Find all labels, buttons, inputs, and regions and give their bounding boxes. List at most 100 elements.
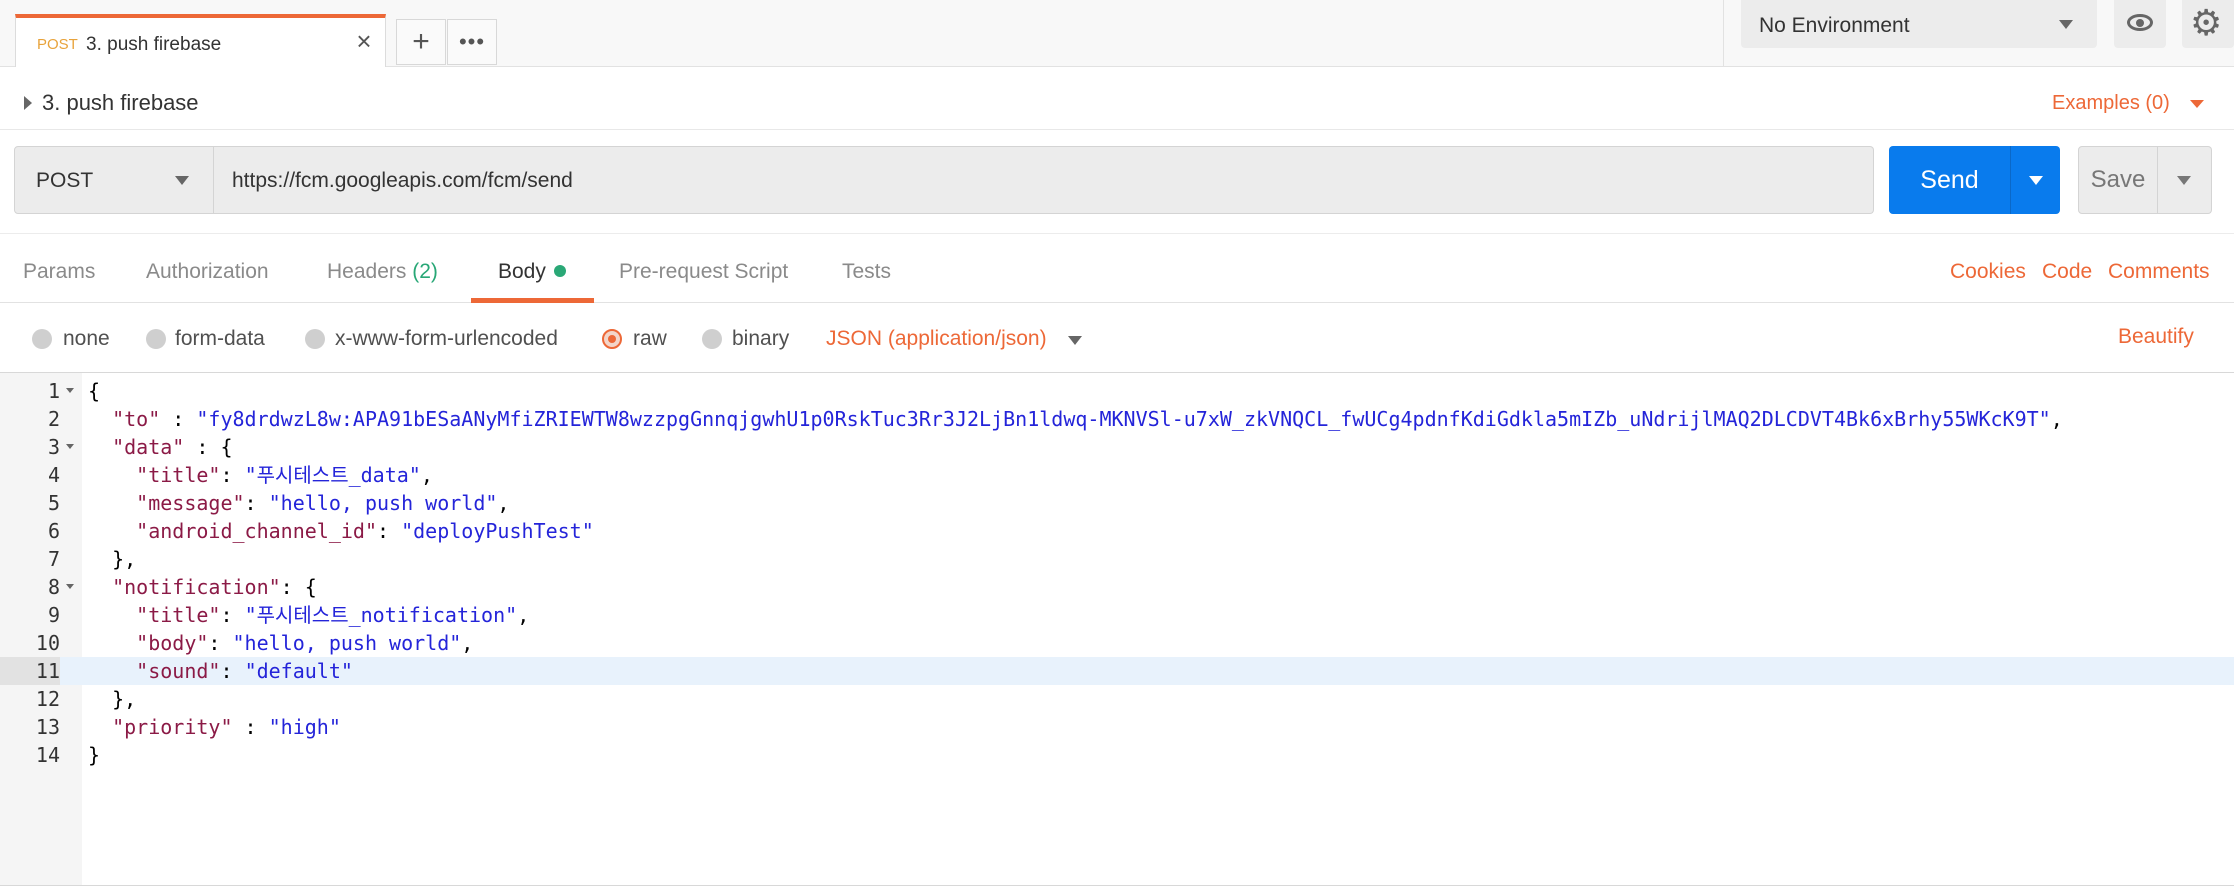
code-line[interactable]: 8 "notification": {: [0, 573, 2234, 601]
fold-arrow-icon[interactable]: [66, 444, 74, 449]
json-punctuation: ,: [517, 603, 530, 627]
code-line[interactable]: 1{: [0, 377, 2234, 405]
code-line[interactable]: 13 "priority" : "high": [0, 713, 2234, 741]
code-line[interactable]: 4 "title": "푸시테스트_data",: [0, 461, 2234, 489]
json-punctuation: :: [208, 631, 233, 655]
fold-arrow-icon[interactable]: [66, 584, 74, 589]
code-line[interactable]: 10 "body": "hello, push world",: [0, 629, 2234, 657]
cookies-link[interactable]: Cookies: [1950, 260, 2026, 284]
fold-arrow-icon[interactable]: [66, 388, 74, 393]
json-punctuation: {: [88, 379, 101, 403]
chevron-down-icon: [2059, 20, 2073, 29]
eye-icon: [2127, 14, 2153, 31]
code-line[interactable]: 12 },: [0, 685, 2234, 713]
code-text: "message": "hello, push world",: [88, 489, 509, 517]
examples-link[interactable]: Examples (0): [2052, 92, 2170, 115]
code-line[interactable]: 11 "sound": "default": [0, 657, 2234, 685]
radio-form-data-label[interactable]: form-data: [175, 327, 265, 351]
request-title[interactable]: 3. push firebase: [42, 90, 199, 116]
tab-headers-label: Headers: [327, 260, 407, 283]
code-text: "title": "푸시테스트_notification",: [88, 601, 529, 629]
code-line[interactable]: 3 "data" : {: [0, 433, 2234, 461]
beautify-link[interactable]: Beautify: [2118, 325, 2194, 349]
json-punctuation: :: [220, 659, 245, 683]
line-number: 1: [47, 379, 60, 403]
line-number: 9: [47, 603, 60, 627]
json-punctuation: :: [232, 715, 269, 739]
code-link[interactable]: Code: [2042, 260, 2092, 284]
chevron-down-icon[interactable]: [2190, 100, 2204, 108]
caret-right-icon[interactable]: [24, 96, 32, 110]
chevron-down-icon: [2029, 176, 2043, 185]
tab-name-label: 3. push firebase: [86, 34, 222, 55]
radio-urlencoded-label[interactable]: x-www-form-urlencoded: [335, 327, 558, 351]
json-punctuation: [88, 463, 136, 487]
json-punctuation: :: [160, 407, 197, 431]
headers-count: (2): [412, 260, 438, 283]
code-line[interactable]: 2 "to" : "fy8drdwzL8w:APA91bESaANyMfiZRI…: [0, 405, 2234, 433]
url-input[interactable]: https://fcm.googleapis.com/fcm/send: [214, 146, 1874, 214]
json-punctuation: [88, 631, 136, 655]
environment-quick-look-button[interactable]: [2114, 0, 2166, 48]
tab-headers[interactable]: Headers (2): [327, 260, 438, 284]
send-options-button[interactable]: [2010, 146, 2060, 214]
environment-label: No Environment: [1759, 14, 1910, 37]
json-punctuation: }: [88, 743, 101, 767]
radio-binary[interactable]: [702, 329, 722, 349]
line-number: 12: [35, 687, 60, 711]
json-punctuation: [88, 491, 136, 515]
chevron-down-icon[interactable]: [1068, 336, 1082, 345]
comments-link[interactable]: Comments: [2108, 260, 2210, 284]
code-line[interactable]: 5 "message": "hello, push world",: [0, 489, 2234, 517]
environment-select[interactable]: No Environment: [1741, 0, 2097, 48]
content-type-select[interactable]: JSON (application/json): [826, 327, 1047, 351]
line-number: 8: [47, 575, 60, 599]
radio-raw-label[interactable]: raw: [633, 327, 667, 351]
method-label: POST: [36, 169, 94, 192]
request-tabs: Params Authorization Headers (2) Body Pr…: [0, 233, 2234, 303]
new-tab-button[interactable]: +: [396, 19, 446, 65]
code-line[interactable]: 14}: [0, 741, 2234, 769]
status-dot: [553, 265, 566, 277]
method-select[interactable]: POST: [14, 146, 214, 214]
json-punctuation: : {: [280, 575, 317, 599]
more-tabs-button[interactable]: •••: [447, 19, 497, 65]
radio-urlencoded[interactable]: [305, 329, 325, 349]
line-number: 11: [0, 657, 60, 685]
json-key: "message": [136, 491, 245, 515]
radio-form-data[interactable]: [146, 329, 166, 349]
json-string: "푸시테스트_notification": [244, 603, 518, 627]
line-number: 4: [47, 463, 60, 487]
code-text: "sound": "default": [88, 657, 353, 685]
radio-none[interactable]: [32, 329, 52, 349]
save-options-button[interactable]: [2158, 146, 2212, 214]
json-string: "hello, push world": [268, 491, 498, 515]
tab-body[interactable]: Body: [498, 260, 566, 284]
json-string: "default": [244, 659, 353, 683]
json-punctuation: :: [377, 519, 402, 543]
request-tab[interactable]: POST 3. push firebase ×: [15, 14, 386, 67]
tab-tests[interactable]: Tests: [842, 260, 891, 284]
gear-icon: ⚙: [2190, 2, 2223, 43]
tab-params[interactable]: Params: [23, 260, 95, 284]
code-line[interactable]: 7 },: [0, 545, 2234, 573]
radio-binary-label[interactable]: binary: [732, 327, 789, 351]
tab-prerequest-script[interactable]: Pre-request Script: [619, 260, 788, 284]
json-key: "to": [112, 407, 161, 431]
line-number: 10: [35, 631, 60, 655]
json-punctuation: ,: [497, 491, 510, 515]
code-line[interactable]: 9 "title": "푸시테스트_notification",: [0, 601, 2234, 629]
tab-authorization[interactable]: Authorization: [146, 260, 269, 284]
json-punctuation: [88, 519, 136, 543]
radio-raw[interactable]: [602, 329, 622, 349]
radio-none-label[interactable]: none: [63, 327, 110, 351]
send-button[interactable]: Send: [1889, 146, 2010, 214]
body-editor[interactable]: 1{2 "to" : "fy8drdwzL8w:APA91bESaANyMfiZ…: [0, 372, 2234, 886]
json-punctuation: :: [220, 463, 245, 487]
code-text: "body": "hello, push world",: [88, 629, 473, 657]
close-icon[interactable]: ×: [351, 28, 377, 54]
save-button[interactable]: Save: [2078, 146, 2158, 214]
code-line[interactable]: 6 "android_channel_id": "deployPushTest": [0, 517, 2234, 545]
json-string: "hello, push world": [232, 631, 462, 655]
settings-button[interactable]: ⚙: [2182, 0, 2234, 48]
